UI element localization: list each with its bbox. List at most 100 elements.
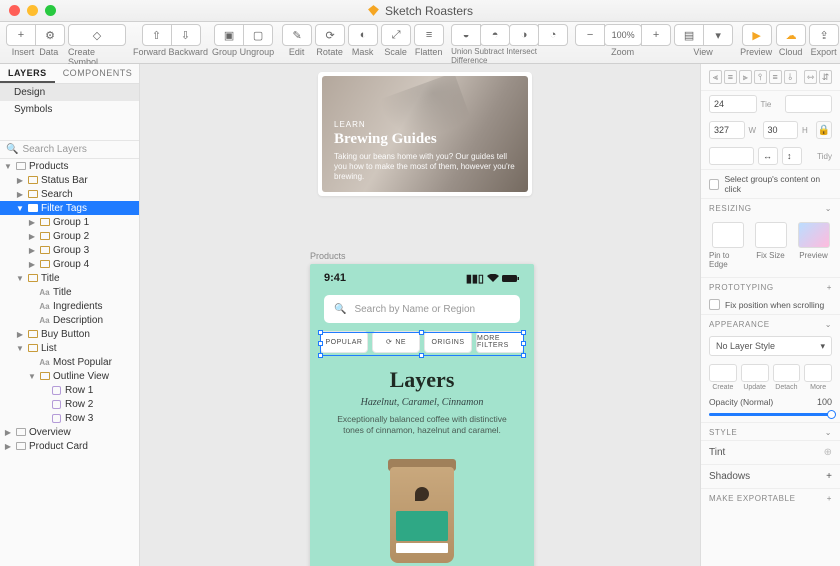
create-symbol-button[interactable]: ◇ <box>68 24 126 46</box>
layer-row[interactable]: ▼Filter Tags <box>0 201 139 215</box>
pos-x-input[interactable]: 24 <box>709 95 757 113</box>
collapse-icon[interactable]: ⌄ <box>825 320 832 329</box>
layer-row[interactable]: AaDescription <box>0 313 139 327</box>
layer-row[interactable]: ▶Group 3 <box>0 243 139 257</box>
card-kicker: LEARN <box>334 120 516 129</box>
backward-button[interactable]: ⇩ <box>171 24 201 46</box>
add-prototype-button[interactable]: + <box>827 283 832 292</box>
layer-style-dropdown[interactable]: No Layer Style▾ <box>709 336 832 356</box>
edit-button[interactable]: ✎ <box>282 24 312 46</box>
view-dropdown[interactable]: ▾ <box>703 24 733 46</box>
mock-filter-pill[interactable]: ⟳NE <box>372 331 420 353</box>
mock-title: Layers <box>310 367 534 393</box>
align-left-button[interactable]: ⫷ <box>709 70 722 84</box>
tab-layers[interactable]: LAYERS <box>0 64 55 83</box>
view-button[interactable]: ▤ <box>674 24 704 46</box>
resize-option[interactable]: Fix Size <box>752 222 789 269</box>
artboard-label[interactable]: Products <box>310 251 346 261</box>
mock-filter-pill[interactable]: MORE FILTERS <box>476 331 524 353</box>
align-vcenter-button[interactable]: ≡ <box>769 70 782 84</box>
align-bottom-button[interactable]: ⫰ <box>784 70 797 84</box>
layer-row[interactable]: ▶Group 4 <box>0 257 139 271</box>
layer-row[interactable]: ▶Search <box>0 187 139 201</box>
style-action-detach[interactable]: Detach <box>773 364 801 391</box>
collapse-icon[interactable]: ⌄ <box>825 428 832 437</box>
difference-button[interactable]: ◔ <box>538 24 568 46</box>
height-input[interactable]: 30 <box>763 121 799 139</box>
add-shadow-button[interactable]: + <box>826 471 832 482</box>
layer-row[interactable]: AaIngredients <box>0 299 139 313</box>
resize-option[interactable]: Preview <box>795 222 832 269</box>
layer-row[interactable]: ▶Status Bar <box>0 173 139 187</box>
layer-row[interactable]: Row 2 <box>0 397 139 411</box>
align-top-button[interactable]: ⫯ <box>754 70 767 84</box>
group-button[interactable]: ▣ <box>214 24 244 46</box>
layer-row[interactable]: ▶Overview <box>0 425 139 439</box>
page-symbols[interactable]: Symbols <box>0 101 139 118</box>
layer-row[interactable]: ▼Products <box>0 159 139 173</box>
layer-row[interactable]: AaTitle <box>0 285 139 299</box>
intersect-button[interactable]: ◑ <box>509 24 539 46</box>
style-action-create[interactable]: Create <box>709 364 737 391</box>
tab-components[interactable]: COMPONENTS <box>55 64 141 83</box>
distribute-v-button[interactable]: ⇵ <box>819 70 832 84</box>
add-tint-button[interactable]: ⊕ <box>824 447 832 458</box>
style-action-update[interactable]: Update <box>741 364 769 391</box>
mock-search-input[interactable]: 🔍 Search by Name or Region <box>324 295 520 323</box>
artboard-products[interactable]: 9:41 ▮▮▯ 🔍 Search by Name or Region POPU… <box>310 264 534 566</box>
scale-button[interactable]: ⤢ <box>381 24 411 46</box>
transform-input[interactable] <box>709 147 754 165</box>
fix-scroll-checkbox[interactable] <box>709 299 720 310</box>
insert-button[interactable]: + <box>6 24 36 46</box>
add-export-button[interactable]: + <box>827 494 832 503</box>
layer-row[interactable]: Row 1 <box>0 383 139 397</box>
distribute-h-button[interactable]: ⇿ <box>804 70 817 84</box>
layer-search[interactable]: 🔍 Search Layers <box>0 140 139 159</box>
style-action-more[interactable]: More <box>804 364 832 391</box>
pos-y-input[interactable] <box>785 95 833 113</box>
page-design[interactable]: Design <box>0 84 139 101</box>
select-content-checkbox[interactable] <box>709 179 719 190</box>
forward-button[interactable]: ⇧ <box>142 24 172 46</box>
preview-button[interactable]: ▶ <box>742 24 772 46</box>
card-brewing-guides[interactable]: LEARN Brewing Guides Taking our beans ho… <box>318 72 532 196</box>
layer-row[interactable]: AaMost Popular <box>0 355 139 369</box>
layer-row[interactable]: ▼Outline View <box>0 369 139 383</box>
export-button[interactable]: ⇪ <box>809 24 839 46</box>
window-zoom-button[interactable] <box>45 5 56 16</box>
layer-row[interactable]: ▼List <box>0 341 139 355</box>
width-input[interactable]: 327 <box>709 121 745 139</box>
window-close-button[interactable] <box>9 5 20 16</box>
union-button[interactable]: ◒ <box>451 24 481 46</box>
layer-row[interactable]: ▶Group 1 <box>0 215 139 229</box>
collapse-icon[interactable]: ⌄ <box>825 204 832 213</box>
zoom-in-button[interactable]: + <box>641 24 671 46</box>
layer-row[interactable]: ▶Product Card <box>0 439 139 453</box>
flatten-button[interactable]: ≡ <box>414 24 444 46</box>
opacity-slider[interactable] <box>709 413 832 416</box>
layer-row[interactable]: Row 3 <box>0 411 139 425</box>
subtract-button[interactable]: ◓ <box>480 24 510 46</box>
zoom-out-button[interactable]: − <box>575 24 605 46</box>
mask-button[interactable]: ◐ <box>348 24 378 46</box>
rotate-button[interactable]: ⟳ <box>315 24 345 46</box>
mock-filter-pill[interactable]: ORIGINS <box>424 331 472 353</box>
data-button[interactable]: ⚙︎ <box>35 24 65 46</box>
canvas[interactable]: LEARN Brewing Guides Taking our beans ho… <box>140 64 700 566</box>
layer-row[interactable]: ▶Group 2 <box>0 229 139 243</box>
flip-v-button[interactable]: ↕ <box>782 147 802 165</box>
align-right-button[interactable]: ⫸ <box>739 70 752 84</box>
layer-row[interactable]: ▶Buy Button <box>0 327 139 341</box>
resize-option[interactable]: Pin to Edge <box>709 222 746 269</box>
lock-aspect-button[interactable]: 🔒 <box>816 121 832 139</box>
cloud-button[interactable]: ☁ <box>776 24 806 46</box>
mock-filter-pill[interactable]: POPULAR <box>320 331 368 353</box>
flip-h-button[interactable]: ↔ <box>758 147 778 165</box>
tint-label: Tint <box>709 447 725 458</box>
window-minimize-button[interactable] <box>27 5 38 16</box>
align-hcenter-button[interactable]: ≡ <box>724 70 737 84</box>
zoom-value[interactable]: 100% <box>604 24 642 46</box>
layer-row[interactable]: ▼Title <box>0 271 139 285</box>
fix-scroll-label: Fix position when scrolling <box>725 300 824 310</box>
ungroup-button[interactable]: ▢ <box>243 24 273 46</box>
